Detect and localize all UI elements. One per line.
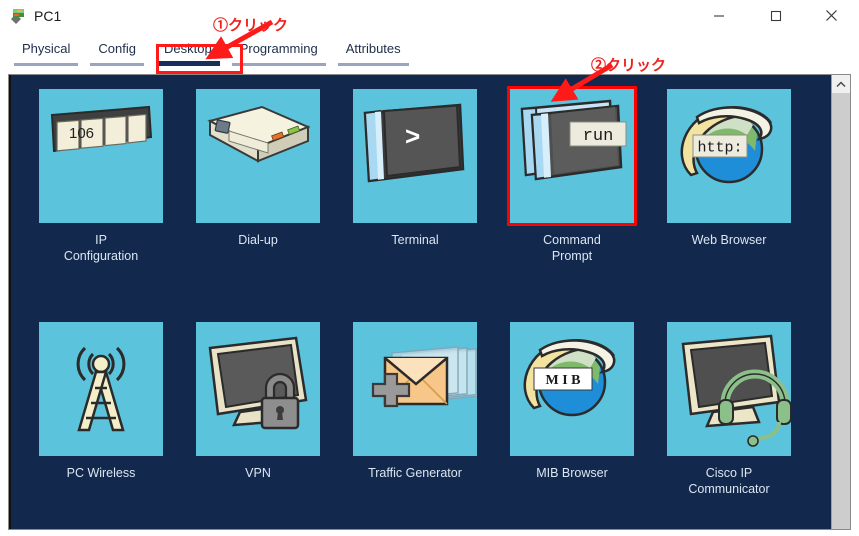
icon-art: run — [520, 99, 627, 181]
scroll-up-arrow-icon[interactable] — [832, 75, 850, 93]
desktop-item-pc-wireless-antenna[interactable]: PC Wireless — [39, 322, 163, 481]
desktop-item-label: Terminal — [391, 233, 439, 247]
icon-art — [681, 334, 791, 447]
tab-label: Desktop — [164, 41, 212, 56]
vpn-lock-icon[interactable] — [196, 322, 320, 456]
desktop-item-label: VPN — [245, 466, 271, 480]
mib-browser-icon[interactable]: M I B — [510, 322, 634, 456]
desktop-item-terminal[interactable]: > Terminal — [353, 89, 477, 248]
desktop-item-label: MIB Browser — [536, 466, 608, 480]
pc1-window: PC1 Physical Config Desktop Programming Attr… — [0, 0, 859, 536]
desktop-item-label: Web Browser — [691, 233, 767, 247]
svg-text:M I B: M I B — [546, 373, 581, 388]
svg-text:http:: http: — [697, 139, 742, 156]
svg-text:106: 106 — [69, 125, 94, 142]
tab-strip: Physical Config Desktop Programming Attribut… — [0, 32, 859, 72]
icon-art: M I B — [523, 339, 616, 417]
desktop-item-label: PC Wireless — [66, 466, 136, 480]
maximize-button[interactable] — [753, 0, 799, 31]
desktop-item-label: Dial-up — [238, 233, 278, 247]
desktop-canvas: 106 IP Configuration Dial-up > Terminal run Co… — [9, 75, 831, 529]
pc-wireless-antenna-icon[interactable] — [39, 322, 163, 456]
icon-art: 106 — [50, 105, 153, 153]
tab-label: Attributes — [345, 41, 401, 56]
web-browser-icon[interactable]: http: — [667, 89, 791, 223]
desktop-item-label: Command Prompt — [543, 233, 601, 263]
desktop-item-dial-up-modem[interactable]: Dial-up — [196, 89, 320, 248]
tab-underline — [231, 63, 326, 66]
vertical-scrollbar[interactable] — [831, 75, 850, 529]
tab-config[interactable]: Config — [84, 38, 150, 66]
desktop-item-traffic-generator-envelope[interactable]: Traffic Generator — [353, 322, 477, 481]
tab-label: Programming — [239, 41, 318, 56]
close-button[interactable] — [808, 0, 854, 31]
desktop-item-label: Traffic Generator — [368, 466, 462, 480]
minimize-button[interactable] — [696, 0, 742, 31]
desktop-item-label: Cisco IP Communicator — [688, 466, 770, 496]
desktop-item-command-prompt[interactable]: run Command Prompt — [507, 86, 637, 264]
desktop-item-cisco-ip-communicator[interactable]: Cisco IP Communicator — [667, 322, 791, 497]
tab-underline — [14, 63, 79, 66]
desktop-item-vpn-lock[interactable]: VPN — [196, 322, 320, 481]
packet-tracer-device-icon — [8, 6, 28, 26]
tab-programming[interactable]: Programming — [226, 38, 332, 66]
icon-art — [371, 346, 477, 408]
icon-art — [76, 346, 126, 432]
desktop-item-web-browser[interactable]: http: Web Browser — [667, 89, 791, 248]
icon-art — [207, 105, 311, 163]
ip-configuration-icon[interactable]: 106 — [39, 89, 163, 223]
desktop-icon-grid: 106 IP Configuration Dial-up > Terminal run Co… — [11, 75, 811, 529]
icon-art: > — [363, 103, 465, 183]
tab-label: Config — [98, 41, 136, 56]
tab-physical[interactable]: Physical — [8, 38, 84, 66]
desktop-panel: 106 IP Configuration Dial-up > Terminal run Co… — [8, 74, 851, 530]
desktop-item-label: IP Configuration — [63, 233, 139, 263]
svg-text:run: run — [583, 127, 614, 146]
command-prompt-icon[interactable]: run — [507, 86, 637, 226]
tab-underline — [337, 63, 409, 66]
tab-attributes[interactable]: Attributes — [332, 38, 415, 66]
window-title: PC1 — [34, 8, 62, 24]
tab-label: Physical — [22, 41, 71, 56]
svg-text:>: > — [405, 121, 420, 151]
icon-art — [208, 336, 308, 430]
title-bar: PC1 — [0, 0, 859, 33]
tab-desktop[interactable]: Desktop — [150, 38, 226, 66]
tab-underline — [156, 61, 220, 66]
dial-up-modem-icon[interactable] — [196, 89, 320, 223]
tab-underline — [90, 63, 144, 66]
desktop-item-ip-configuration[interactable]: 106 IP Configuration — [39, 89, 163, 264]
cisco-ip-communicator-icon[interactable] — [667, 322, 791, 456]
icon-art: http: — [680, 106, 773, 184]
traffic-generator-envelope-icon[interactable] — [353, 322, 477, 456]
desktop-item-mib-browser[interactable]: M I B MIB Browser — [510, 322, 634, 481]
tab-list: Physical Config Desktop Programming Attribut… — [8, 38, 415, 68]
terminal-icon[interactable]: > — [353, 89, 477, 223]
